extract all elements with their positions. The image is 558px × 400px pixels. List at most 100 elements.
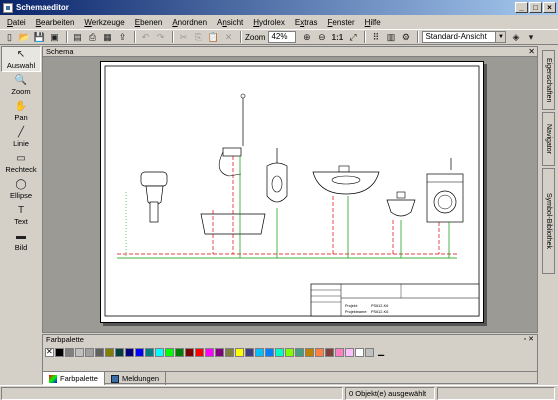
color-swatch[interactable] (305, 348, 314, 357)
color-swatch[interactable] (165, 348, 174, 357)
tool-pan[interactable]: ✋ Pan (1, 98, 41, 124)
toolbar: ▯ 📂 💾 ▣ ▤ ⎙ ▦ ⇪ ↶ ↷ ✂ ⎘ 📋 ✕ Zoom 42% ⊕ ⊖… (0, 29, 558, 45)
preview-icon[interactable]: ▦ (101, 31, 114, 44)
menu-item-3[interactable]: Ebenen (130, 18, 168, 27)
new-icon[interactable]: ▯ (3, 31, 16, 44)
toolbar-separator (364, 31, 367, 43)
properties-icon[interactable]: ▤ (71, 31, 84, 44)
color-swatch[interactable] (95, 348, 104, 357)
tool-label: Text (14, 216, 28, 226)
save-all-icon[interactable]: ▣ (48, 31, 61, 44)
settings-icon[interactable]: ⚙ (399, 31, 412, 44)
menu-item-7[interactable]: Extras (290, 18, 323, 27)
undo-icon[interactable]: ↶ (139, 31, 152, 44)
color-swatch[interactable] (335, 348, 344, 357)
menu-item-6[interactable]: Hydrolex (248, 18, 290, 27)
color-swatch[interactable] (365, 348, 374, 357)
tab-navigator[interactable]: Navigator (542, 112, 555, 166)
color-swatch[interactable] (355, 348, 364, 357)
zoom-in-icon[interactable]: ⊕ (300, 31, 313, 44)
export-icon[interactable]: ⇪ (116, 31, 129, 44)
color-swatch[interactable] (225, 348, 234, 357)
color-swatch[interactable] (345, 348, 354, 357)
zoom-label: Zoom (245, 32, 266, 42)
color-swatch[interactable] (55, 348, 64, 357)
print-icon[interactable]: ⎙ (86, 31, 99, 44)
menu-item-8[interactable]: Fenster (323, 18, 360, 27)
tool-rechteck[interactable]: ▭ Rechteck (1, 150, 41, 176)
redo-icon[interactable]: ↷ (154, 31, 167, 44)
color-swatch[interactable] (215, 348, 224, 357)
color-swatch[interactable] (245, 348, 254, 357)
color-swatch[interactable] (75, 348, 84, 357)
close-icon[interactable]: ✕ (528, 47, 535, 57)
menu-item-5[interactable]: Ansicht (212, 18, 248, 27)
close-icon[interactable]: ▫ ✕ (524, 335, 534, 345)
drawing-canvas[interactable]: Projekt: PS612-K6 Projektname: PS612-K6 (43, 58, 537, 332)
color-swatch[interactable] (135, 348, 144, 357)
color-swatch[interactable] (325, 348, 334, 357)
color-swatch[interactable] (85, 348, 94, 357)
zoom-out-icon[interactable]: ⊖ (315, 31, 328, 44)
grid-icon[interactable]: ⠿ (369, 31, 382, 44)
color-swatch[interactable] (205, 348, 214, 357)
color-swatch[interactable] (315, 348, 324, 357)
tab-meldungen[interactable]: Meldungen (105, 372, 167, 385)
zoom-actual-size-button[interactable]: 1:1 (330, 31, 344, 44)
color-swatch[interactable] (105, 348, 114, 357)
minimize-button[interactable]: _ (515, 2, 528, 13)
toolbar-separator (417, 31, 420, 43)
zoom-fit-icon[interactable]: ⤢ (346, 31, 359, 44)
tool-auswahl[interactable]: ↖ Auswahl (1, 46, 41, 72)
color-swatch[interactable] (295, 348, 304, 357)
tool-bild[interactable]: ▬ Bild (1, 228, 41, 254)
tool-label: Linie (13, 138, 29, 148)
color-swatch[interactable] (235, 348, 244, 357)
color-swatch[interactable] (265, 348, 274, 357)
maximize-button[interactable]: □ (529, 2, 542, 13)
color-swatch[interactable] (115, 348, 124, 357)
drawing-sheet[interactable]: Projekt: PS612-K6 Projektname: PS612-K6 (100, 61, 484, 323)
image-icon: ▬ (16, 230, 26, 242)
line-width-swatch[interactable]: ▁ (378, 348, 388, 357)
menu-item-9[interactable]: Hilfe (360, 18, 386, 27)
color-swatch[interactable] (175, 348, 184, 357)
menu-item-4[interactable]: Anordnen (167, 18, 212, 27)
save-icon[interactable]: 💾 (33, 31, 46, 44)
menu-item-0[interactable]: Datei (2, 18, 31, 27)
view-save-icon[interactable]: ◈ (509, 31, 522, 44)
color-swatch[interactable] (65, 348, 74, 357)
color-swatch[interactable] (275, 348, 284, 357)
color-swatch[interactable] (285, 348, 294, 357)
tool-zoom[interactable]: 🔍 Zoom (1, 72, 41, 98)
menu-item-2[interactable]: Werkzeuge (79, 18, 129, 27)
open-icon[interactable]: 📂 (18, 31, 31, 44)
projekt-value: PS612-K6 (371, 304, 388, 308)
layers-icon[interactable]: ▥ (384, 31, 397, 44)
color-swatch[interactable] (185, 348, 194, 357)
color-swatch[interactable] (195, 348, 204, 357)
cut-icon[interactable]: ✂ (177, 31, 190, 44)
tool-text[interactable]: T Text (1, 202, 41, 228)
palette-window: Farbpalette ▫ ✕ ▁ Farbpalette Meldungen (42, 334, 538, 385)
delete-icon[interactable]: ✕ (222, 31, 235, 44)
tool-ellipse[interactable]: ◯ Ellipse (1, 176, 41, 202)
color-swatch[interactable] (145, 348, 154, 357)
chevron-down-icon[interactable]: ▼ (495, 32, 506, 42)
paste-icon[interactable]: 📋 (207, 31, 220, 44)
no-color-swatch[interactable] (45, 347, 54, 357)
view-select[interactable]: Standard-Ansicht ▼ (422, 31, 507, 43)
tab-farbpalette[interactable]: Farbpalette (43, 372, 105, 385)
tab-eigenschaften[interactable]: Eigenschaften (542, 50, 555, 110)
tool-linie[interactable]: ╱ Linie (1, 124, 41, 150)
zoom-input[interactable]: 42% (268, 31, 297, 43)
messages-icon (110, 374, 119, 383)
tab-symbol-bibliothek[interactable]: Symbol-Bibliothek (542, 168, 555, 274)
view-options-icon[interactable]: ▾ (524, 31, 537, 44)
color-swatch[interactable] (155, 348, 164, 357)
close-button[interactable]: × (543, 2, 556, 13)
color-swatch[interactable] (125, 348, 134, 357)
menu-item-1[interactable]: Bearbeiten (31, 18, 80, 27)
copy-icon[interactable]: ⎘ (192, 31, 205, 44)
color-swatch[interactable] (255, 348, 264, 357)
